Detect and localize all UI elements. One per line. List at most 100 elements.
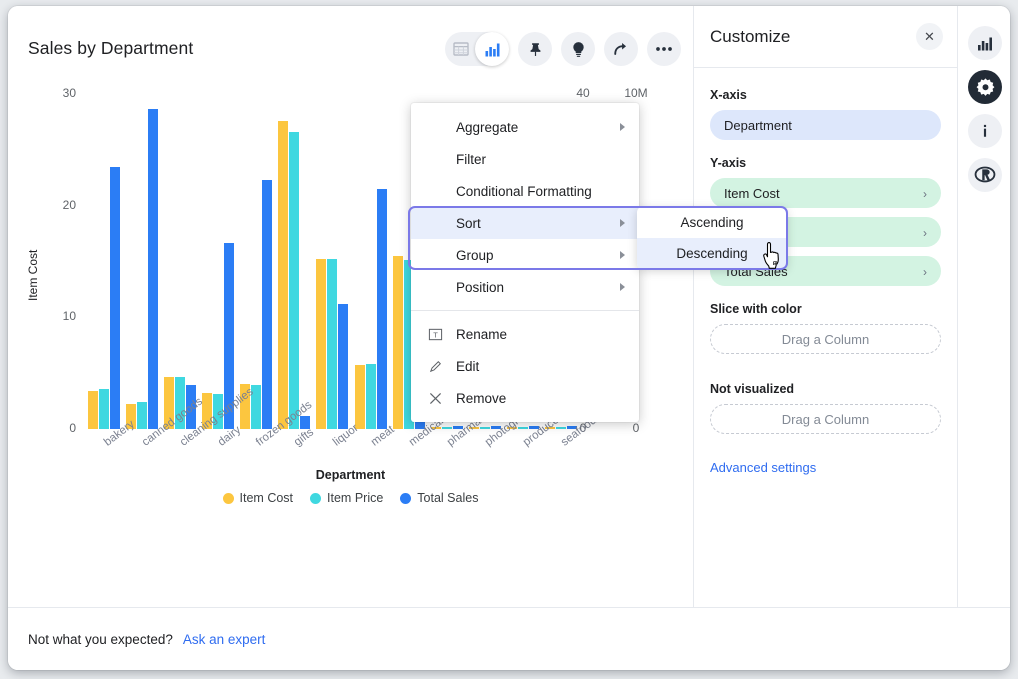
bar-chart-icon (977, 36, 994, 51)
more-button[interactable] (647, 32, 681, 66)
chevron-right-icon: › (923, 226, 927, 240)
x-axis-title: Department (8, 468, 693, 482)
footer-text: Not what you expected? (28, 632, 173, 647)
bar[interactable] (393, 256, 403, 429)
table-icon (453, 41, 469, 57)
text-box-icon: T (427, 326, 443, 342)
customize-body: X-axis Department Y-axis Item Cost›Item … (694, 68, 957, 475)
y-axis-tick: 10 (38, 309, 76, 323)
menu-item-label: Position (456, 280, 504, 295)
advanced-settings-link[interactable]: Advanced settings (710, 460, 941, 475)
bar[interactable] (316, 259, 326, 429)
menu-item-group[interactable]: Group (411, 239, 639, 271)
bar[interactable] (442, 427, 452, 429)
bar[interactable] (99, 389, 109, 429)
visualization-tab[interactable] (968, 26, 1002, 60)
legend-item[interactable]: Item Price (310, 491, 383, 505)
bar[interactable] (480, 427, 490, 429)
bar[interactable] (366, 364, 376, 429)
chevron-right-icon: › (923, 265, 927, 279)
info-icon (976, 122, 994, 140)
y-axis-field-label: Y-axis (710, 156, 941, 170)
menu-item-rename[interactable]: T Rename (411, 318, 639, 350)
legend-label: Item Cost (240, 491, 294, 505)
bar-group[interactable] (316, 94, 350, 429)
menu-item-position[interactable]: Position (411, 271, 639, 303)
bar[interactable] (338, 304, 348, 429)
bar[interactable] (556, 427, 566, 429)
x-axis-tick: gifts (292, 426, 316, 448)
bar-group[interactable] (240, 94, 274, 429)
settings-tab[interactable] (968, 70, 1002, 104)
bar[interactable] (88, 391, 98, 429)
menu-item-sort[interactable]: Sort (411, 207, 639, 239)
menu-item-remove[interactable]: Remove (411, 382, 639, 414)
chevron-right-icon (620, 283, 625, 291)
bar[interactable] (518, 427, 528, 429)
bar[interactable] (148, 109, 158, 429)
chevron-right-icon (620, 251, 625, 259)
ask-an-expert-link[interactable]: Ask an expert (183, 632, 266, 647)
pencil-icon (427, 358, 443, 374)
legend-color-dot (310, 493, 321, 504)
bar-group[interactable] (126, 94, 160, 429)
bar-group[interactable] (164, 94, 198, 429)
not-visualized-drop-zone[interactable]: Drag a Column (710, 404, 941, 434)
chevron-right-icon (620, 219, 625, 227)
x-axis-column-pill[interactable]: Department (710, 110, 941, 140)
menu-item-conditional-formatting[interactable]: Conditional Formatting (411, 175, 639, 207)
insights-button[interactable] (561, 32, 595, 66)
pin-button[interactable] (518, 32, 552, 66)
bar-group[interactable] (202, 94, 236, 429)
table-view-toggle[interactable] (445, 32, 477, 66)
bar-chart-icon (485, 42, 501, 57)
context-menu[interactable]: Aggregate FilterConditional Formatting Sor… (411, 103, 639, 422)
svg-text:T: T (433, 330, 438, 339)
share-button[interactable] (604, 32, 638, 66)
customize-header: Customize ✕ (694, 6, 957, 68)
y-axis-column-pill[interactable]: Item Cost › (710, 178, 941, 208)
chart-toolbar (445, 32, 681, 66)
secondary-axis-tick: 10M (616, 86, 656, 100)
menu-item-label: Rename (456, 327, 507, 342)
chevron-right-icon: › (923, 187, 927, 201)
customize-title: Customize (710, 27, 790, 47)
submenu-item-ascending[interactable]: Ascending (637, 207, 787, 238)
close-icon[interactable]: ✕ (916, 23, 943, 50)
slice-drop-zone[interactable]: Drag a Column (710, 324, 941, 354)
pin-icon (527, 41, 544, 58)
bar[interactable] (355, 365, 365, 429)
legend-item[interactable]: Item Cost (223, 491, 294, 505)
bar[interactable] (262, 180, 272, 429)
share-arrow-icon (612, 40, 630, 58)
menu-item-filter[interactable]: Filter (411, 143, 639, 175)
view-toggle[interactable] (445, 32, 509, 66)
y-axis-tick: 20 (38, 198, 76, 212)
slice-field-label: Slice with color (710, 302, 941, 316)
menu-item-edit[interactable]: Edit (411, 350, 639, 382)
menu-item-label: Aggregate (456, 120, 518, 135)
bar-group[interactable] (88, 94, 122, 429)
chart-panel: Sales by Department (8, 6, 693, 607)
lightbulb-icon (570, 40, 587, 59)
bar[interactable] (110, 167, 120, 429)
info-tab[interactable] (968, 114, 1002, 148)
menu-item-label: Sort (456, 216, 481, 231)
legend-color-dot (223, 493, 234, 504)
chart-view-toggle[interactable] (477, 32, 509, 66)
close-x-icon (427, 390, 443, 406)
gear-icon (975, 77, 996, 98)
y-axis-column-label: Item Cost (724, 186, 780, 201)
legend-color-dot (400, 493, 411, 504)
x-axis-field-label: X-axis (710, 88, 941, 102)
bar-group[interactable] (278, 94, 312, 429)
bar[interactable] (278, 121, 288, 429)
bar[interactable] (377, 189, 387, 429)
bar[interactable] (289, 132, 299, 429)
bar-group[interactable] (355, 94, 389, 429)
bar[interactable] (137, 402, 147, 429)
legend-item[interactable]: Total Sales (400, 491, 478, 505)
r-console-tab[interactable] (968, 158, 1002, 192)
menu-item-aggregate[interactable]: Aggregate (411, 111, 639, 143)
bar[interactable] (327, 259, 337, 429)
